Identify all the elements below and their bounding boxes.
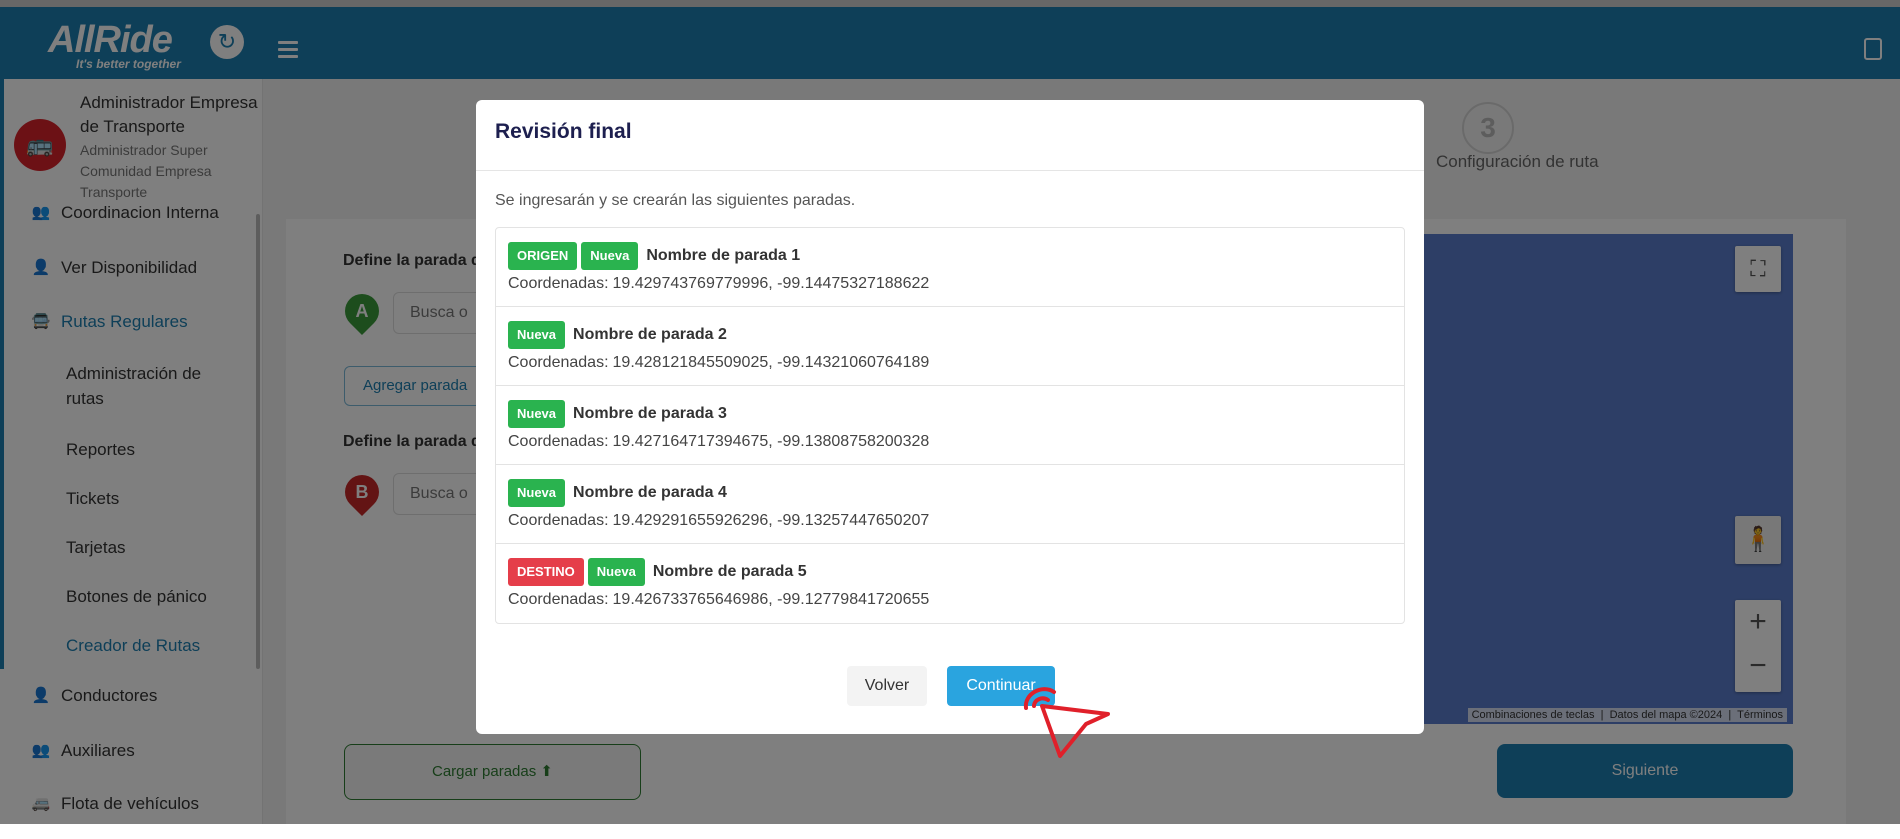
new-badge: Nueva: [508, 479, 566, 507]
stop-name: Nombre de parada 4: [573, 484, 727, 501]
list-item: DESTINO Nueva Nombre de parada 5 Coorden…: [496, 544, 1404, 623]
stop-coords: 19.429743769779996, -99.14475327188622: [612, 275, 930, 292]
stop-coords: 19.427164717394675, -99.13808758200328: [612, 433, 930, 450]
stop-name: Nombre de parada 3: [573, 405, 727, 422]
new-badge: Nueva: [581, 242, 639, 270]
modal-intro: Se ingresarán y se crearán las siguiente…: [495, 192, 856, 209]
stop-name: Nombre de parada 1: [646, 247, 801, 264]
coords-label: Coordenadas:: [508, 433, 609, 450]
new-badge: Nueva: [508, 400, 566, 428]
click-cursor-icon: [1023, 687, 1110, 758]
origin-badge: ORIGEN: [508, 242, 578, 270]
coords-label: Coordenadas:: [508, 275, 609, 292]
modal-title: Revisión final: [495, 120, 632, 143]
list-item: ORIGEN Nueva Nombre de parada 1 Coordena…: [496, 228, 1404, 307]
stops-list: ORIGEN Nueva Nombre de parada 1 Coordena…: [495, 227, 1405, 624]
coords-label: Coordenadas:: [508, 591, 609, 608]
list-item: Nueva Nombre de parada 4 Coordenadas: 19.…: [496, 465, 1404, 544]
stop-name: Nombre de parada 2: [573, 326, 727, 343]
coords-label: Coordenadas:: [508, 354, 609, 371]
stop-name: Nombre de parada 5: [652, 563, 807, 580]
stop-coords: 19.429291655926296, -99.13257447650207: [612, 512, 930, 529]
list-item: Nueva Nombre de parada 2 Coordenadas: 19.…: [496, 307, 1404, 386]
modal-divider: [476, 170, 1424, 171]
new-badge: Nueva: [508, 321, 566, 349]
list-item: Nueva Nombre de parada 3 Coordenadas: 19.…: [496, 386, 1404, 465]
final-review-modal: Revisión final Se ingresarán y se creará…: [476, 100, 1424, 734]
stop-coords: 19.428121845509025, -99.14321060764189: [612, 354, 930, 371]
new-badge: Nueva: [587, 558, 645, 586]
coords-label: Coordenadas:: [508, 512, 609, 529]
destination-badge: DESTINO: [508, 558, 584, 586]
stop-coords: 19.426733765646986, -99.12779841720655: [612, 591, 930, 608]
back-button[interactable]: Volver: [847, 666, 927, 706]
